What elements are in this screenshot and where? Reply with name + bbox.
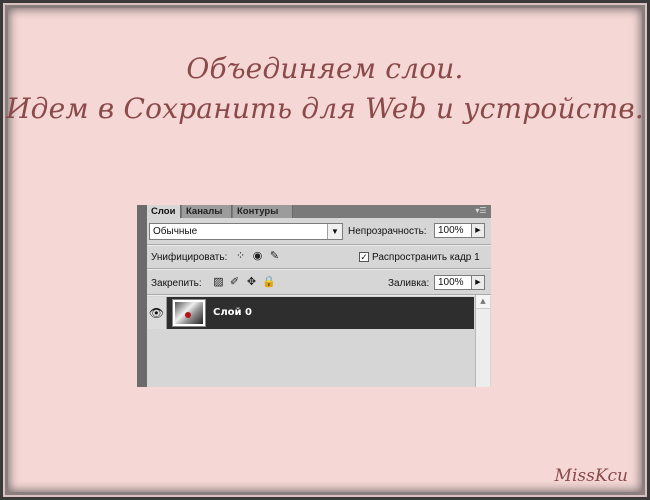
tab-channels[interactable]: Каналы: [182, 205, 232, 218]
propagate-checkbox[interactable]: ✓: [359, 252, 369, 262]
panel-tab-bar: Слои Каналы Контуры ▾☰: [147, 205, 491, 218]
unify-visibility-icon[interactable]: ◉: [251, 250, 264, 263]
propagate-label: Распространить кадр 1: [372, 252, 480, 263]
opacity-slider-button[interactable]: ▶: [471, 223, 485, 238]
fill-label: Заливка:: [388, 278, 430, 289]
lock-move-icon[interactable]: ✥: [245, 276, 258, 289]
lock-label: Закрепить:: [151, 278, 202, 289]
blend-mode-value: Обычные: [153, 226, 198, 237]
panel-menu-icon[interactable]: ▾☰: [474, 206, 488, 216]
layer-name[interactable]: Слой 0: [213, 297, 252, 329]
tab-paths[interactable]: Контуры: [233, 205, 293, 218]
fill-input[interactable]: 100%: [434, 275, 472, 290]
tab-layers[interactable]: Слои: [147, 205, 181, 218]
divider: [147, 294, 491, 296]
fill-slider-button[interactable]: ▶: [471, 275, 485, 290]
unify-style-icon[interactable]: ✎: [268, 250, 281, 263]
slide-heading-line2: Идем в Сохранить для Web и устройств.: [6, 92, 644, 125]
unify-label: Унифицировать:: [151, 252, 228, 263]
opacity-input[interactable]: 100%: [434, 223, 472, 238]
divider: [147, 268, 491, 270]
divider: [147, 244, 491, 246]
opacity-label: Непрозрачность:: [348, 226, 427, 237]
layer-thumbnail: [172, 299, 206, 327]
author-signature: MissKcu: [554, 466, 628, 486]
slide-heading-line1: Объединяем слои.: [186, 52, 464, 85]
unify-position-icon[interactable]: ⁘: [234, 250, 247, 263]
chevron-down-icon: ▼: [327, 224, 342, 239]
layers-scrollbar[interactable]: ▲: [475, 295, 490, 387]
panel-left-strip: [137, 205, 147, 387]
layer-row[interactable]: 👁 Слой 0: [147, 297, 474, 329]
blend-mode-select[interactable]: Обычные ▼: [149, 223, 343, 240]
layer-list-empty-area: [147, 329, 474, 387]
lock-transparency-icon[interactable]: ▨: [212, 276, 225, 289]
scroll-up-arrow-icon[interactable]: ▲: [476, 295, 490, 309]
lock-all-icon[interactable]: 🔒: [262, 276, 276, 289]
eye-icon[interactable]: 👁: [147, 297, 167, 329]
lock-brush-icon[interactable]: ✐: [228, 276, 241, 289]
